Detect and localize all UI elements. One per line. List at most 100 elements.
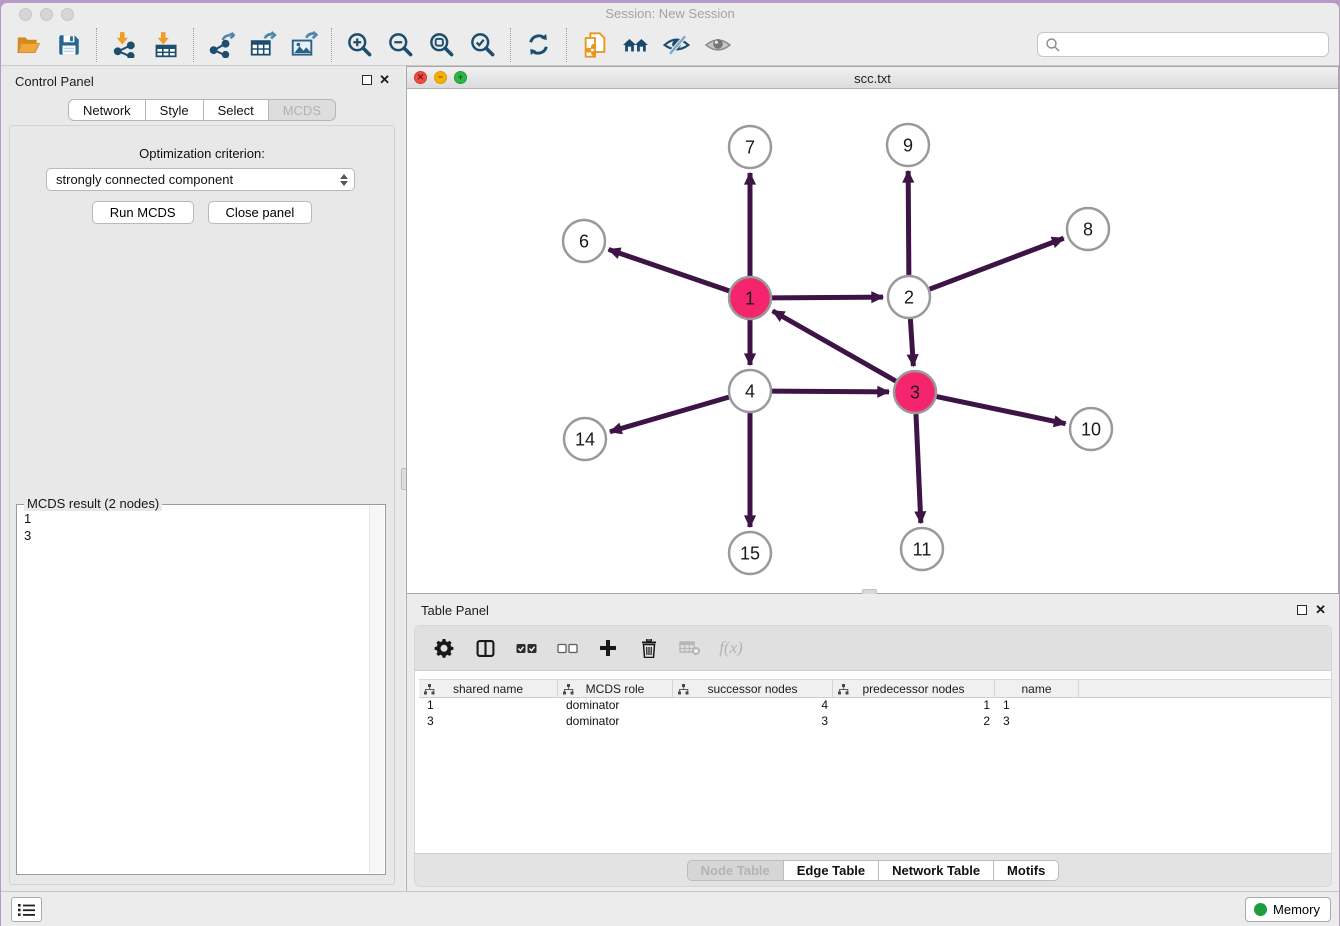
new-network-from-selection-button[interactable] xyxy=(574,28,615,62)
export-network-button[interactable] xyxy=(201,28,242,62)
node-14[interactable]: 14 xyxy=(564,418,606,460)
node-1[interactable]: 1 xyxy=(729,277,771,319)
zoom-out-button[interactable] xyxy=(380,28,421,62)
node-4[interactable]: 4 xyxy=(729,370,771,412)
show-columns-button[interactable] xyxy=(472,635,498,661)
fx-icon: f(x) xyxy=(719,638,743,658)
column-header-shared-name[interactable]: shared name xyxy=(419,680,558,697)
deselect-all-columns-button[interactable] xyxy=(554,635,580,661)
cell-predecessor-nodes[interactable]: 1 xyxy=(833,698,995,714)
tab-motifs[interactable]: Motifs xyxy=(994,860,1059,881)
show-all-button[interactable] xyxy=(697,28,738,62)
search-input[interactable] xyxy=(1061,35,1328,55)
table-options-button[interactable] xyxy=(431,635,457,661)
node-15[interactable]: 15 xyxy=(729,532,771,574)
edge-2-9[interactable] xyxy=(908,171,909,275)
zoom-selected-button[interactable] xyxy=(462,28,503,62)
network-window-title: scc.txt xyxy=(407,71,1338,86)
cell-successor-nodes[interactable]: 3 xyxy=(673,714,833,730)
task-history-button[interactable] xyxy=(11,897,42,922)
cell-name[interactable]: 3 xyxy=(995,714,1079,730)
close-panel-button[interactable]: Close panel xyxy=(208,201,313,224)
column-label: MCDS role xyxy=(586,682,645,696)
zoom-in-button[interactable] xyxy=(339,28,380,62)
edge-4-14[interactable] xyxy=(610,397,729,432)
column-header-predecessor-nodes[interactable]: predecessor nodes xyxy=(833,680,995,697)
table-panel: Table Panel ✕ f(x) shared nameMCDS roles… xyxy=(407,594,1339,891)
list-icon xyxy=(18,903,35,917)
cell-successor-nodes[interactable]: 4 xyxy=(673,698,833,714)
node-8[interactable]: 8 xyxy=(1067,208,1109,250)
search-icon xyxy=(1045,37,1061,53)
float-panel-icon[interactable] xyxy=(362,75,372,85)
run-mcds-button[interactable]: Run MCDS xyxy=(92,201,194,224)
node-6[interactable]: 6 xyxy=(563,220,605,262)
open-session-button[interactable] xyxy=(7,28,48,62)
node-label: 10 xyxy=(1081,419,1101,439)
network-canvas[interactable]: 7 9 6 8 1 2 4 3 14 10 15 11 xyxy=(407,89,1338,593)
toolbar-separator xyxy=(96,28,97,62)
node-label: 14 xyxy=(575,429,595,449)
column-label: predecessor nodes xyxy=(862,682,964,696)
tree-icon xyxy=(838,684,849,695)
export-table-button[interactable] xyxy=(242,28,283,62)
cell-MCDS-role[interactable]: dominator xyxy=(558,714,673,730)
cell-predecessor-nodes[interactable]: 2 xyxy=(833,714,995,730)
cell-name[interactable]: 1 xyxy=(995,698,1079,714)
node-9[interactable]: 9 xyxy=(887,124,929,166)
tab-select[interactable]: Select xyxy=(204,99,269,121)
float-table-panel-icon[interactable] xyxy=(1297,605,1307,615)
tab-node-table[interactable]: Node Table xyxy=(687,860,784,881)
close-table-panel-icon[interactable]: ✕ xyxy=(1315,602,1326,618)
memory-button[interactable]: Memory xyxy=(1245,897,1331,922)
checks-icon xyxy=(516,642,537,655)
tab-network-table[interactable]: Network Table xyxy=(879,860,994,881)
save-session-button[interactable] xyxy=(48,28,89,62)
edge-2-3[interactable] xyxy=(910,319,913,366)
search-field[interactable] xyxy=(1037,32,1329,57)
hide-selected-button[interactable] xyxy=(656,28,697,62)
tab-edge-table[interactable]: Edge Table xyxy=(784,860,879,881)
refresh-button[interactable] xyxy=(518,28,559,62)
column-header-MCDS-role[interactable]: MCDS role xyxy=(558,680,673,697)
create-column-button[interactable] xyxy=(595,635,621,661)
cell-MCDS-role[interactable]: dominator xyxy=(558,698,673,714)
table-row[interactable]: 1dominator411 xyxy=(419,698,1331,714)
control-panel-tabs: NetworkStyleSelectMCDS xyxy=(1,99,403,121)
node-3[interactable]: 3 xyxy=(894,371,936,413)
tab-style[interactable]: Style xyxy=(146,99,204,121)
tab-network[interactable]: Network xyxy=(68,99,146,121)
import-table-button[interactable] xyxy=(145,28,186,62)
zoom-fit-button[interactable] xyxy=(421,28,462,62)
edge-1-6[interactable] xyxy=(609,249,730,290)
cell-shared-name[interactable]: 3 xyxy=(419,714,558,730)
select-all-columns-button[interactable] xyxy=(513,635,539,661)
result-scrollbar[interactable] xyxy=(369,506,384,873)
close-panel-icon[interactable]: ✕ xyxy=(379,72,390,88)
edge-3-11[interactable] xyxy=(916,414,921,523)
edge-4-3[interactable] xyxy=(772,391,889,392)
edge-3-1[interactable] xyxy=(773,311,896,381)
delete-columns-button[interactable] xyxy=(636,635,662,661)
edge-1-2[interactable] xyxy=(772,297,883,298)
tree-icon xyxy=(424,684,435,695)
export-image-button[interactable] xyxy=(283,28,324,62)
save-icon xyxy=(56,32,82,58)
table-toolbar: f(x) xyxy=(415,626,1331,671)
optimization-criterion-select[interactable]: strongly connected component xyxy=(46,168,355,191)
column-header-name[interactable]: name xyxy=(995,680,1079,697)
home-view-button[interactable] xyxy=(615,28,656,62)
node-10[interactable]: 10 xyxy=(1070,408,1112,450)
window-title: Session: New Session xyxy=(1,6,1339,21)
tab-mcds[interactable]: MCDS xyxy=(269,99,336,121)
column-header-successor-nodes[interactable]: successor nodes xyxy=(673,680,833,697)
edge-3-10[interactable] xyxy=(937,397,1066,424)
node-7[interactable]: 7 xyxy=(729,126,771,168)
node-2[interactable]: 2 xyxy=(888,276,930,318)
node-11[interactable]: 11 xyxy=(901,528,943,570)
table-row[interactable]: 3dominator323 xyxy=(419,714,1331,730)
import-network-button[interactable] xyxy=(104,28,145,62)
edge-2-8[interactable] xyxy=(930,238,1064,289)
memory-label: Memory xyxy=(1273,902,1320,917)
cell-shared-name[interactable]: 1 xyxy=(419,698,558,714)
